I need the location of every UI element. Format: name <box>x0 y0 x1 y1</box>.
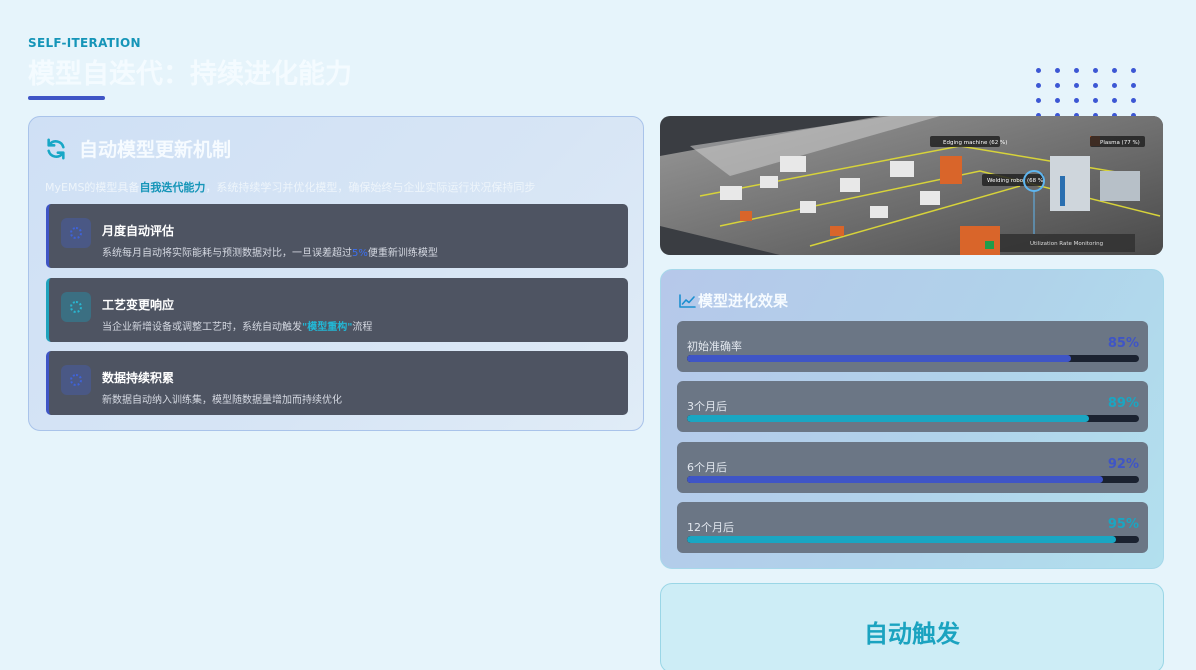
accuracy-row: 12个月后 95% <box>677 502 1148 553</box>
feature-desc: 系统每月自动将实际能耗与预测数据对比，一旦误差超过5%便重新训练模型 <box>102 248 438 259</box>
model-rebuild-tag: "模型重构" <box>302 322 353 333</box>
accuracy-percent: 92% <box>1107 457 1139 472</box>
photo-label-monitoring: Utilization Rate Monitoring <box>1030 241 1103 247</box>
database-icon <box>61 365 91 395</box>
factory-illustration: Edging machine (62 %) Plasma (77 %) Weld… <box>660 116 1163 255</box>
accuracy-progress-track <box>687 355 1139 362</box>
accuracy-row-label: 6个月后 <box>687 461 727 474</box>
intro-highlight: 自我迭代能力 <box>139 181 206 194</box>
accuracy-progress-fill <box>687 415 1090 422</box>
intro-text-suffix: ，系统持续学习并优化模型，确保始终与企业实际运行状况保持同步 <box>205 181 536 194</box>
auto-trigger-card: 自动触发 <box>660 583 1164 670</box>
feature-title: 数据持续积累 <box>102 371 175 385</box>
auto-update-header: 自动模型更新机制 <box>45 135 231 162</box>
feature-title: 月度自动评估 <box>102 224 175 238</box>
photo-label-welding: Welding robot (68 %) <box>987 178 1045 184</box>
intro-text: MyEMS的模型具备 <box>45 181 140 194</box>
accuracy-progress-fill <box>687 355 1072 362</box>
feature-monthly-evaluation: 月度自动评估 系统每月自动将实际能耗与预测数据对比，一旦误差超过5%便重新训练模… <box>46 204 628 268</box>
accuracy-percent: 89% <box>1107 396 1139 411</box>
accuracy-row: 6个月后 92% <box>677 442 1148 493</box>
factory-floor-image: Edging machine (62 %) Plasma (77 %) Weld… <box>660 116 1163 255</box>
photo-label-edging: Edging machine (62 %) <box>943 140 1007 146</box>
accuracy-progress-track <box>687 415 1139 422</box>
decorative-dot-grid <box>1036 68 1137 119</box>
feature-desc: 新数据自动纳入训练集，模型随数据量增加而持续优化 <box>102 395 342 406</box>
gear-icon <box>61 218 91 248</box>
model-evolution-title: 模型进化效果 <box>698 292 789 310</box>
feature-process-change: 工艺变更响应 当企业新增设备或调整工艺时，系统自动触发"模型重构"流程 <box>46 278 628 342</box>
section-eyebrow: SELF-ITERATION <box>28 36 141 50</box>
threshold-value: 5% <box>352 248 368 259</box>
auto-update-card: 自动模型更新机制 MyEMS的模型具备自我迭代能力，系统持续学习并优化模型，确保… <box>28 116 644 431</box>
accuracy-percent: 85% <box>1107 336 1139 351</box>
refresh-icon <box>47 138 65 159</box>
auto-trigger-label: 自动触发 <box>864 620 960 648</box>
accuracy-row-label: 12个月后 <box>687 521 734 534</box>
accuracy-row-label: 初始准确率 <box>687 340 742 353</box>
feature-desc: 当企业新增设备或调整工艺时，系统自动触发"模型重构"流程 <box>102 322 373 333</box>
accuracy-row: 3个月后 89% <box>677 381 1148 432</box>
page-title: 模型自迭代：持续进化能力 <box>28 59 352 90</box>
photo-label-plasma: Plasma (77 %) <box>1100 140 1140 146</box>
feature-title: 工艺变更响应 <box>102 298 175 312</box>
accuracy-progress-fill <box>687 476 1103 483</box>
auto-update-title: 自动模型更新机制 <box>79 139 232 161</box>
accuracy-progress-fill <box>687 536 1117 543</box>
chart-line-icon <box>679 293 696 308</box>
accuracy-progress-track <box>687 476 1139 483</box>
accuracy-percent: 95% <box>1107 517 1139 532</box>
cogs-icon <box>61 292 91 322</box>
accuracy-progress-track <box>687 536 1139 543</box>
feature-data-accumulation: 数据持续积累 新数据自动纳入训练集，模型随数据量增加而持续优化 <box>46 351 628 415</box>
title-underline <box>28 96 105 100</box>
model-evolution-header: 模型进化效果 <box>679 290 788 311</box>
accuracy-row: 初始准确率 85% <box>677 321 1148 372</box>
auto-update-intro: MyEMS的模型具备自我迭代能力，系统持续学习并优化模型，确保始终与企业实际运行… <box>45 179 631 195</box>
accuracy-row-label: 3个月后 <box>687 400 727 413</box>
model-evolution-card: 模型进化效果 初始准确率 85% 3个月后 89% 6个月后 92% 12个月后 95% <box>660 269 1164 569</box>
